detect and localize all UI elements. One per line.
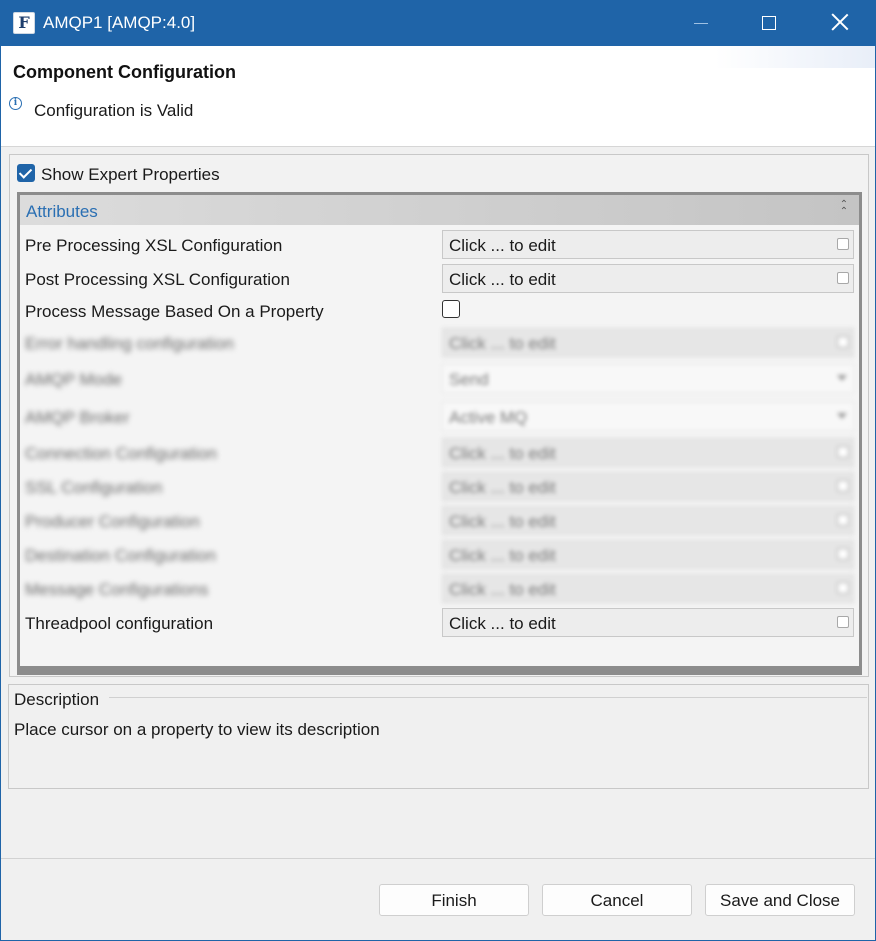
property-value: Click ... to edit (449, 334, 556, 353)
property-label: Connection Configuration (25, 444, 217, 463)
close-button[interactable] (804, 1, 874, 46)
attributes-header[interactable]: Attributes ⌃ ⌃ (20, 195, 859, 225)
footer-divider (1, 858, 875, 859)
property-value-field[interactable]: Click ... to edit (442, 540, 854, 569)
property-value: Click ... to edit (449, 444, 556, 463)
property-value: Click ... to edit (449, 512, 556, 531)
property-label: Threadpool configuration (25, 614, 214, 633)
property-label: Post Processing XSL Configuration (25, 270, 290, 289)
properties-panel: Show Expert Properties Attributes ⌃ ⌃ Pre… (9, 154, 869, 677)
minimize-button[interactable] (666, 1, 736, 46)
property-label: Pre Processing XSL Configuration (25, 236, 283, 255)
attributes-title: Attributes (26, 202, 98, 221)
property-value-field[interactable]: Click ... to edit (442, 472, 854, 501)
property-label: Destination Configuration (25, 546, 216, 565)
minimize-icon (694, 23, 708, 24)
property-label: Error handling configuration (25, 334, 234, 353)
property-label: SSL Configuration (25, 478, 163, 497)
description-panel: Description Place cursor on a property t… (8, 684, 869, 789)
title-bar[interactable]: F AMQP1 [AMQP:4.0] (1, 1, 875, 46)
show-expert-checkbox[interactable] (17, 164, 35, 182)
edit-dialog-icon[interactable] (837, 616, 849, 628)
attributes-section: Attributes ⌃ ⌃ Pre Processing XSL Configu… (17, 192, 862, 675)
window-title: AMQP1 [AMQP:4.0] (43, 13, 196, 32)
maximize-icon (762, 16, 776, 30)
description-title: Description (14, 690, 106, 710)
property-value-field[interactable]: Click ... to edit (442, 230, 854, 259)
description-divider (109, 697, 867, 698)
property-label: Producer Configuration (25, 512, 200, 531)
close-icon (831, 13, 849, 31)
edit-dialog-icon[interactable] (837, 480, 849, 492)
property-value: Send (449, 370, 489, 389)
page-header: Component Configuration i Configuration … (1, 46, 875, 147)
process-message-checkbox[interactable] (442, 300, 460, 318)
header-banner (715, 46, 875, 68)
property-label: Message Configurations (25, 580, 209, 599)
property-select[interactable]: Active MQ (442, 402, 854, 431)
validation-message: Configuration is Valid (34, 101, 194, 120)
property-label: Process Message Based On a Property (25, 302, 324, 321)
cancel-button[interactable]: Cancel (542, 884, 692, 916)
edit-dialog-icon[interactable] (837, 548, 849, 560)
info-icon: i (9, 97, 22, 110)
show-expert-label[interactable]: Show Expert Properties (41, 165, 220, 185)
finish-button[interactable]: Finish (379, 884, 529, 916)
page-title: Component Configuration (13, 62, 236, 82)
property-label: AMQP Broker (25, 408, 130, 427)
property-value-field[interactable]: Click ... to edit (442, 506, 854, 535)
edit-dialog-icon[interactable] (837, 514, 849, 526)
property-value-field[interactable]: Click ... to edit (442, 264, 854, 293)
edit-dialog-icon[interactable] (837, 272, 849, 284)
chevron-down-icon[interactable] (837, 375, 847, 381)
chevron-down-icon[interactable] (837, 413, 847, 419)
property-select[interactable]: Send (442, 364, 854, 393)
property-value-field[interactable]: Click ... to edit (442, 608, 854, 637)
description-text: Place cursor on a property to view its d… (14, 720, 380, 739)
app-logo-icon: F (13, 12, 35, 34)
edit-dialog-icon[interactable] (837, 446, 849, 458)
property-value-field[interactable]: Click ... to edit (442, 438, 854, 467)
edit-dialog-icon[interactable] (837, 336, 849, 348)
property-value-field[interactable]: Click ... to edit (442, 328, 854, 357)
property-value-field[interactable]: Click ... to edit (442, 574, 854, 603)
property-value: Click ... to edit (449, 236, 556, 255)
save-and-close-button[interactable]: Save and Close (705, 884, 855, 916)
maximize-button[interactable] (734, 1, 804, 46)
property-value: Click ... to edit (449, 270, 556, 289)
property-value: Active MQ (449, 408, 528, 427)
property-label: AMQP Mode (25, 370, 123, 389)
property-value: Click ... to edit (449, 546, 556, 565)
collapse-chevron-icon[interactable]: ⌃ ⌃ (839, 200, 849, 217)
edit-dialog-icon[interactable] (837, 582, 849, 594)
dialog-window: F AMQP1 [AMQP:4.0] Component Configurati… (0, 0, 876, 941)
property-value: Click ... to edit (449, 614, 556, 633)
property-value: Click ... to edit (449, 580, 556, 599)
property-value: Click ... to edit (449, 478, 556, 497)
edit-dialog-icon[interactable] (837, 238, 849, 250)
